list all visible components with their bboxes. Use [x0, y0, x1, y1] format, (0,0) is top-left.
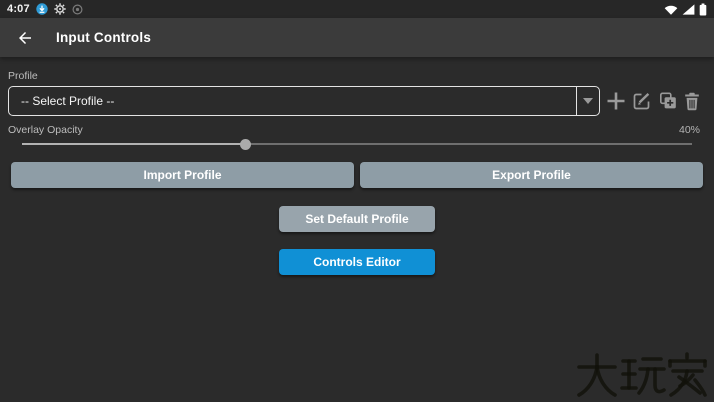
- import-export-row: Import Profile Export Profile: [0, 162, 714, 188]
- profile-dropdown[interactable]: -- Select Profile --: [8, 86, 600, 116]
- profile-actions: [606, 91, 700, 111]
- status-bar-right: [664, 3, 707, 16]
- battery-icon: [699, 3, 707, 16]
- opacity-row: Overlay Opacity 40%: [8, 124, 700, 136]
- add-profile-button[interactable]: [606, 91, 626, 111]
- cellular-signal-icon: [682, 4, 695, 15]
- page-title: Input Controls: [56, 30, 151, 45]
- slider-thumb[interactable]: [240, 139, 251, 150]
- edit-profile-button[interactable]: [632, 91, 652, 111]
- profile-dropdown-arrow[interactable]: [576, 87, 599, 115]
- overlay-opacity-label: Overlay Opacity: [8, 124, 83, 136]
- status-bar: 4:07: [0, 0, 714, 18]
- edit-icon: [632, 91, 652, 111]
- import-profile-button[interactable]: Import Profile: [11, 162, 354, 188]
- action-bar: Input Controls: [0, 18, 714, 57]
- profile-dropdown-value: -- Select Profile --: [9, 87, 576, 115]
- back-arrow-icon: [16, 29, 34, 47]
- screen: 4:07: [0, 0, 714, 402]
- profile-row: -- Select Profile --: [0, 86, 714, 116]
- duplicate-icon: [658, 92, 678, 111]
- content: Profile -- Select Profile --: [0, 70, 714, 275]
- watermark: 大玩家: [576, 352, 708, 398]
- download-icon: [36, 3, 48, 15]
- chevron-down-icon: [583, 98, 593, 104]
- controls-editor-button[interactable]: Controls Editor: [279, 249, 435, 275]
- profile-label: Profile: [8, 70, 714, 82]
- duplicate-profile-button[interactable]: [658, 92, 678, 111]
- trash-icon: [684, 92, 700, 111]
- slider-track-empty: [245, 143, 692, 145]
- export-profile-button[interactable]: Export Profile: [360, 162, 703, 188]
- status-bar-left: 4:07: [7, 3, 83, 15]
- settings-gear-icon: [54, 3, 66, 15]
- wifi-icon: [664, 4, 678, 15]
- screen-record-icon: [72, 4, 83, 15]
- watermark-glyphs: [576, 352, 708, 398]
- status-time: 4:07: [7, 3, 30, 15]
- back-button[interactable]: [16, 28, 36, 48]
- overlay-opacity-value: 40%: [679, 124, 700, 136]
- set-default-profile-button[interactable]: Set Default Profile: [279, 206, 435, 232]
- overlay-opacity-slider[interactable]: [22, 138, 692, 150]
- delete-profile-button[interactable]: [684, 92, 700, 111]
- slider-track-filled: [22, 143, 245, 145]
- plus-icon: [606, 91, 626, 111]
